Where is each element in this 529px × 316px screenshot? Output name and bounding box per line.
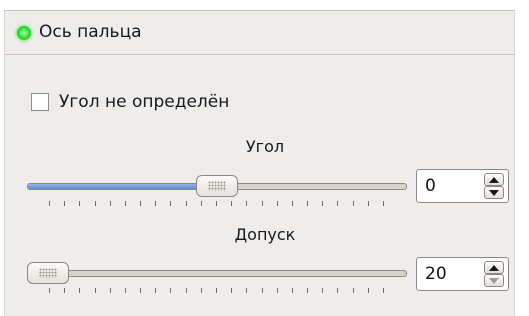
slider-tick — [352, 201, 354, 206]
slider-tick — [109, 201, 111, 206]
slider-tick — [200, 201, 202, 206]
tolerance-spin-down-button[interactable] — [484, 274, 504, 287]
slider-tick — [322, 201, 324, 206]
angle-undefined-label[interactable]: Угол не определён — [59, 91, 229, 113]
slider-tick — [291, 288, 293, 293]
slider-tick — [155, 288, 157, 293]
angle-label: Угол — [245, 137, 285, 156]
angle-spin-up-button[interactable] — [484, 173, 504, 186]
slider-tick — [49, 201, 50, 206]
tolerance-slider-handle[interactable] — [27, 262, 69, 284]
slider-tick — [79, 288, 81, 293]
slider-tick — [185, 288, 187, 293]
slider-tick — [322, 288, 324, 293]
slider-tick — [367, 288, 369, 293]
slider-tick — [383, 288, 384, 293]
slider-tick — [124, 288, 126, 293]
slider-tick — [337, 288, 339, 293]
slider-tick — [352, 288, 354, 293]
slider-tick — [140, 201, 142, 206]
tolerance-label: Допуск — [234, 225, 296, 244]
arrow-up-icon — [489, 265, 499, 271]
angle-slider-fill — [28, 184, 218, 189]
tolerance-spinbox[interactable]: 20 — [416, 257, 509, 291]
slider-tick — [246, 288, 248, 293]
slider-tick — [383, 201, 384, 206]
slider-tick — [170, 288, 172, 293]
panel-title: Ось пальца — [39, 22, 142, 42]
tolerance-slider-ticks — [27, 288, 407, 294]
slider-tick — [276, 201, 278, 206]
slider-tick — [94, 288, 96, 293]
slider-tick — [276, 288, 278, 293]
slider-tick — [64, 201, 66, 206]
slider-tick — [216, 288, 217, 293]
angle-undefined-checkbox[interactable] — [31, 93, 49, 111]
panel-header: Ось пальца — [5, 11, 514, 55]
slider-tick — [94, 201, 96, 206]
slider-tick — [79, 201, 81, 206]
angle-spin-down-button[interactable] — [484, 186, 504, 199]
slider-tick — [124, 201, 126, 206]
slider-tick — [367, 201, 369, 206]
angle-slider-ticks — [27, 201, 407, 207]
tolerance-slider-track[interactable] — [27, 270, 407, 277]
angle-spinbox-value[interactable]: 0 — [425, 176, 436, 196]
angle-spinbox[interactable]: 0 — [416, 169, 509, 203]
slider-tick — [261, 288, 263, 293]
finger-axis-panel: Ось пальца Угол не определён Угол 0 Допу… — [4, 10, 515, 316]
slider-tick — [337, 201, 339, 206]
grip-icon — [39, 268, 57, 278]
slider-tick — [291, 201, 293, 206]
arrow-down-icon — [489, 190, 499, 196]
slider-tick — [155, 201, 157, 206]
slider-tick — [231, 288, 233, 293]
slider-tick — [307, 288, 309, 293]
slider-tick — [261, 201, 263, 206]
arrow-down-icon — [489, 278, 499, 284]
tolerance-spin-up-button[interactable] — [484, 261, 504, 274]
slider-tick — [216, 201, 217, 206]
arrow-up-icon — [489, 177, 499, 183]
slider-tick — [64, 288, 66, 293]
slider-tick — [140, 288, 142, 293]
slider-tick — [231, 201, 233, 206]
slider-tick — [307, 201, 309, 206]
slider-tick — [49, 288, 50, 293]
slider-tick — [246, 201, 248, 206]
slider-tick — [170, 201, 172, 206]
slider-tick — [185, 201, 187, 206]
tolerance-spinbox-value[interactable]: 20 — [425, 264, 447, 284]
grip-icon — [208, 181, 226, 191]
status-led-icon — [17, 26, 31, 40]
slider-tick — [109, 288, 111, 293]
slider-tick — [200, 288, 202, 293]
angle-slider-handle[interactable] — [196, 175, 238, 197]
